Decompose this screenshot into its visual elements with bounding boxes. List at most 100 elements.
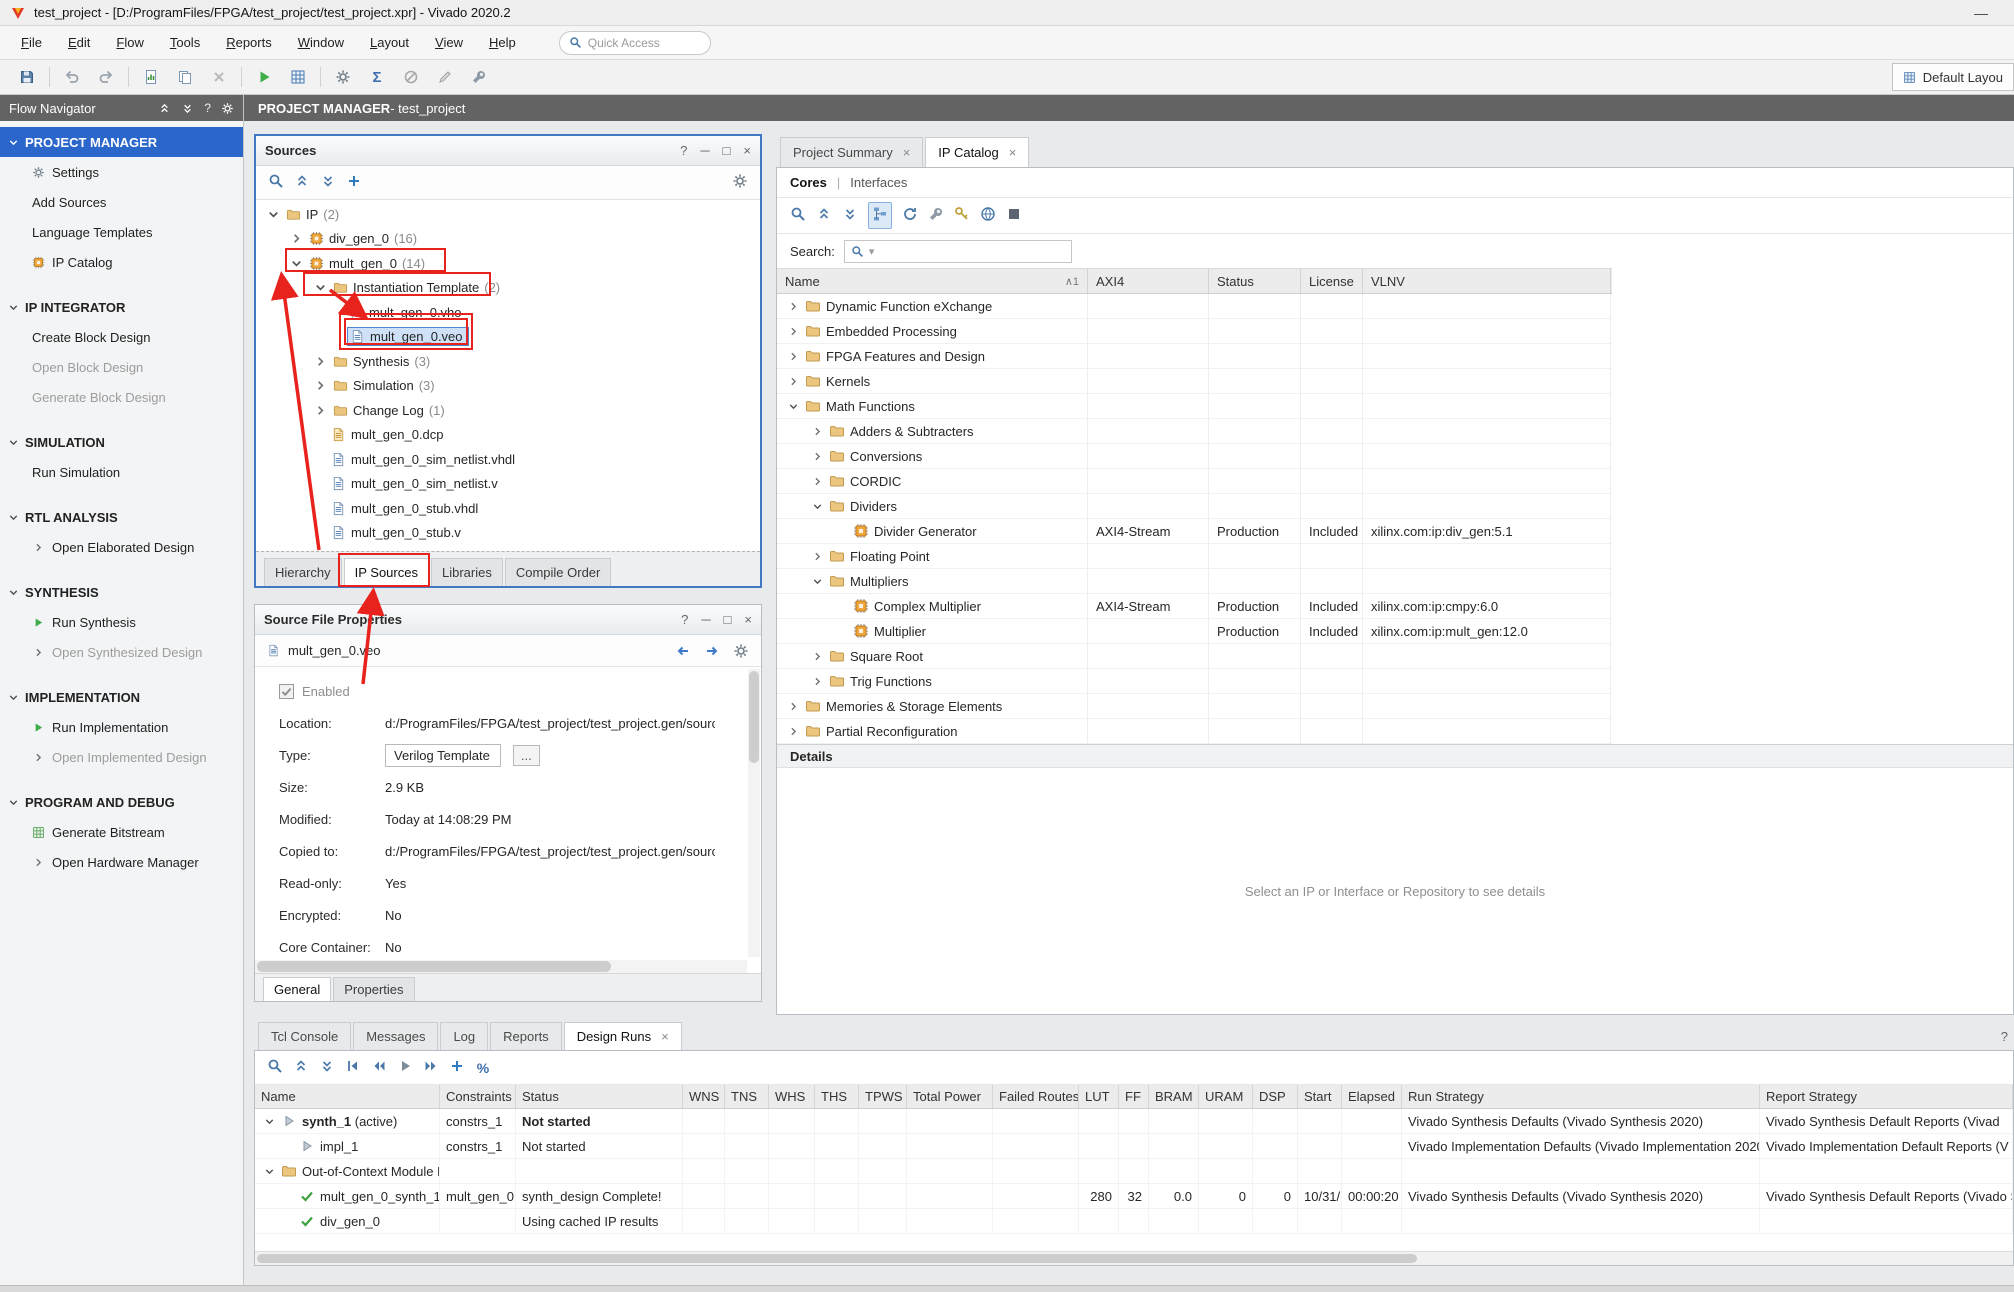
chevron-down-icon[interactable] (787, 400, 800, 413)
run-row-impl-1[interactable]: impl_1constrs_1Not startedVivado Impleme… (255, 1134, 2013, 1159)
chevron-right-icon[interactable] (32, 646, 45, 659)
flow-nav-item-open-hardware-manager[interactable]: Open Hardware Manager (0, 847, 243, 877)
runs-column-lut[interactable]: LUT (1079, 1085, 1119, 1108)
chevron-right-icon[interactable] (32, 541, 45, 554)
catalog-row-adders-subtracters[interactable]: Adders & Subtracters (777, 419, 1612, 444)
catalog-row-divider-generator[interactable]: Divider GeneratorAXI4-StreamProductionIn… (777, 519, 1612, 544)
expand-all-icon[interactable] (181, 102, 194, 115)
flow-nav-section-program-and-debug[interactable]: PROGRAM AND DEBUG (0, 787, 243, 817)
bottom-tab-reports[interactable]: Reports (490, 1022, 562, 1050)
chevron-right-icon[interactable] (313, 403, 328, 418)
wrench-button[interactable] (928, 206, 944, 225)
chevron-down-icon[interactable] (811, 575, 824, 588)
undo-button[interactable] (55, 64, 89, 90)
dblleft-button[interactable] (371, 1058, 387, 1077)
document-tab-project-summary[interactable]: Project Summary× (780, 137, 923, 167)
runs-column-total-power[interactable]: Total Power (907, 1085, 993, 1108)
source-tree-item-simulation[interactable]: Simulation(3) (256, 374, 760, 399)
help-icon[interactable]: ? (204, 101, 211, 115)
chevron-right-icon[interactable] (811, 675, 824, 688)
more-button[interactable]: ... (513, 745, 540, 766)
catalog-row-multipliers[interactable]: Multipliers (777, 569, 1612, 594)
source-tree-item-mult-gen-0-dcp[interactable]: mult_gen_0.dcp (256, 423, 760, 448)
help-icon[interactable]: ? (680, 143, 687, 158)
chevron-right-icon[interactable] (313, 378, 328, 393)
runs-column-failed-routes[interactable]: Failed Routes (993, 1085, 1079, 1108)
save-button[interactable] (10, 64, 44, 90)
menu-help[interactable]: Help (476, 29, 529, 56)
close-icon[interactable]: × (661, 1029, 669, 1044)
flow-nav-item-run-synthesis[interactable]: Run Synthesis (0, 607, 243, 637)
chevron-down-icon[interactable] (263, 1165, 276, 1178)
chevron-down-icon[interactable] (263, 1115, 276, 1128)
menu-tools[interactable]: Tools (157, 29, 213, 56)
collapse-button[interactable] (816, 206, 832, 225)
chevron-right-icon[interactable] (313, 354, 328, 369)
sources-tab-compile-order[interactable]: Compile Order (505, 558, 612, 586)
catalog-row-math-functions[interactable]: Math Functions (777, 394, 1612, 419)
flow-nav-item-ip-catalog[interactable]: IP Catalog (0, 247, 243, 277)
quick-access-search[interactable]: Quick Access (559, 31, 711, 55)
runs-column-ff[interactable]: FF (1119, 1085, 1149, 1108)
flow-nav-item-settings[interactable]: Settings (0, 157, 243, 187)
close-icon[interactable]: × (744, 612, 752, 627)
close-icon[interactable]: × (743, 143, 751, 158)
chevron-down-icon[interactable] (289, 256, 304, 271)
flow-nav-section-rtl-analysis[interactable]: RTL ANALYSIS (0, 502, 243, 532)
catalog-row-embedded-processing[interactable]: Embedded Processing (777, 319, 1612, 344)
sum-button[interactable]: Σ (360, 64, 394, 90)
globe-button[interactable] (980, 206, 996, 225)
source-tree-item-instantiation-template[interactable]: Instantiation Template(2) (256, 276, 760, 301)
chevron-down-icon[interactable] (313, 280, 328, 295)
expand-button[interactable] (320, 173, 336, 192)
delete-button[interactable] (202, 64, 236, 90)
source-tree-item-mult-gen-0-veo[interactable]: mult_gen_0.veo (256, 325, 760, 350)
back-arrow-icon[interactable] (675, 643, 691, 659)
flow-nav-item-create-block-design[interactable]: Create Block Design (0, 322, 243, 352)
catalog-column-axi4[interactable]: AXI4 (1088, 269, 1209, 293)
plus-button[interactable] (449, 1058, 465, 1077)
collapse-all-icon[interactable] (158, 102, 171, 115)
flow-nav-item-generate-bitstream[interactable]: Generate Bitstream (0, 817, 243, 847)
chevron-right-icon[interactable] (787, 350, 800, 363)
plus-button[interactable] (346, 173, 362, 192)
chevron-right-icon[interactable] (32, 856, 45, 869)
runs-column-constraints[interactable]: Constraints (440, 1085, 516, 1108)
runs-column-bram[interactable]: BRAM (1149, 1085, 1199, 1108)
chevron-right-icon[interactable] (811, 650, 824, 663)
gear-icon[interactable] (221, 102, 234, 115)
sources-tab-ip-sources[interactable]: IP Sources (344, 558, 429, 586)
source-tree-item-ip[interactable]: IP(2) (256, 202, 760, 227)
close-icon[interactable]: × (1009, 145, 1017, 160)
menu-flow[interactable]: Flow (103, 29, 156, 56)
properties-tab-properties[interactable]: Properties (333, 977, 414, 1001)
sources-tab-libraries[interactable]: Libraries (431, 558, 503, 586)
menu-file[interactable]: File (8, 29, 55, 56)
menu-view[interactable]: View (422, 29, 476, 56)
catalog-row-floating-point[interactable]: Floating Point (777, 544, 1612, 569)
menu-layout[interactable]: Layout (357, 29, 422, 56)
horizontal-scrollbar[interactable] (255, 1251, 2013, 1265)
catalog-row-square-root[interactable]: Square Root (777, 644, 1612, 669)
runs-column-start[interactable]: Start (1298, 1085, 1342, 1108)
catalog-row-trig-functions[interactable]: Trig Functions (777, 669, 1612, 694)
collapse-button[interactable] (293, 1058, 309, 1077)
source-tree-item-mult-gen-0-stub-v[interactable]: mult_gen_0_stub.v (256, 521, 760, 546)
horizontal-scrollbar[interactable] (255, 960, 747, 973)
refresh-button[interactable] (902, 206, 918, 225)
sources-panel-header[interactable]: Sources ? ─ □ × (256, 136, 760, 166)
stop-button[interactable] (1006, 206, 1022, 225)
runs-column-uram[interactable]: URAM (1199, 1085, 1253, 1108)
catalog-row-dynamic-function-exchange[interactable]: Dynamic Function eXchange (777, 294, 1612, 319)
enabled-checkbox[interactable] (279, 684, 294, 699)
chevron-right-icon[interactable] (787, 325, 800, 338)
catalog-column-vlnv[interactable]: VLNV (1363, 269, 1611, 293)
chevron-right-icon[interactable] (787, 300, 800, 313)
search-button[interactable] (267, 1058, 283, 1077)
chevron-right-icon[interactable] (787, 700, 800, 713)
search-button[interactable] (268, 173, 284, 192)
runs-column-dsp[interactable]: DSP (1253, 1085, 1298, 1108)
runs-column-tpws[interactable]: TPWS (859, 1085, 907, 1108)
search-button[interactable] (790, 206, 806, 225)
flow-nav-section-simulation[interactable]: SIMULATION (0, 427, 243, 457)
